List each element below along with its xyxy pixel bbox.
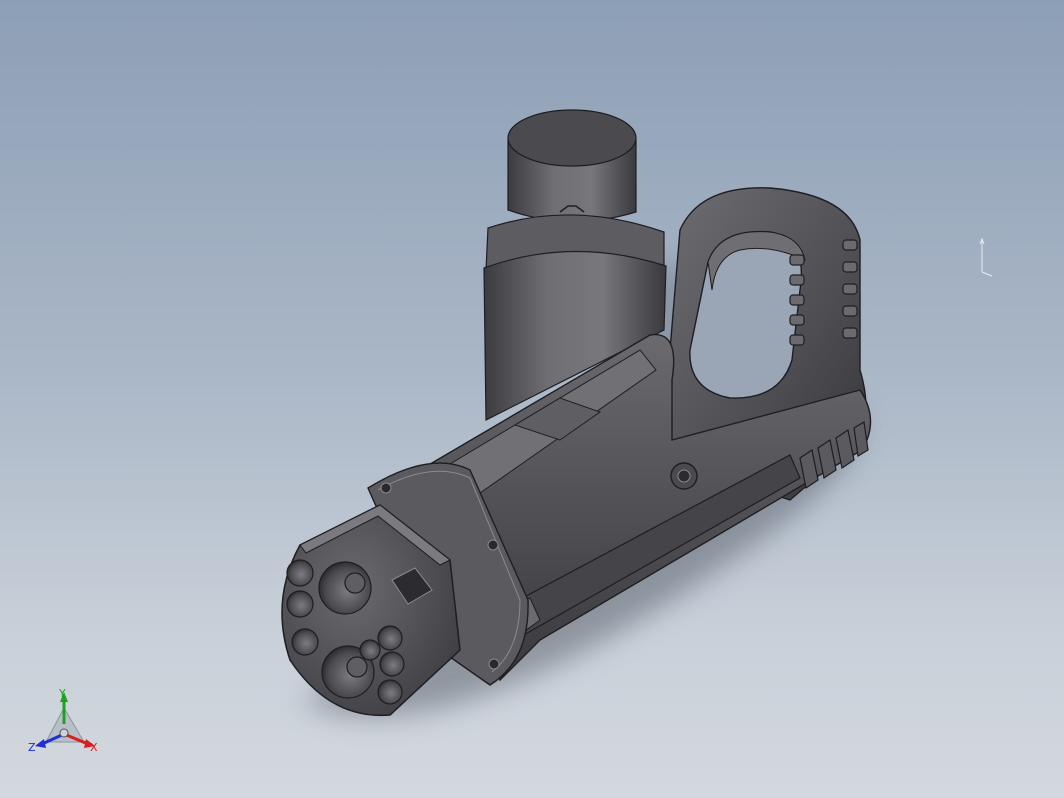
- mini-axis-icon: [979, 237, 993, 277]
- graphics-viewport[interactable]: Y X Z: [0, 0, 1064, 798]
- x-axis-label: X: [90, 741, 98, 754]
- model-canvas[interactable]: Y X Z: [0, 0, 1064, 798]
- reference-triad-icon[interactable]: Y X Z: [28, 687, 98, 754]
- z-axis-label: Z: [28, 741, 36, 754]
- screw-icon[interactable]: [670, 462, 698, 490]
- y-axis-label: Y: [58, 687, 66, 700]
